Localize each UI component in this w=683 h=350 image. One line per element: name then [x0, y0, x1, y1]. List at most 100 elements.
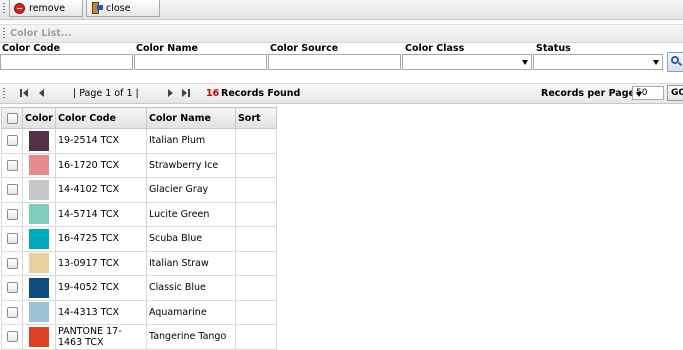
color-swatch [28, 277, 49, 298]
sort-cell [234, 177, 278, 203]
color-code-cell: 16-4725 TCX [54, 226, 147, 252]
prev-page-icon[interactable] [38, 89, 48, 98]
row-checkbox[interactable] [6, 282, 18, 294]
color-name-cell: Aquamarine [145, 299, 236, 325]
row-checkbox[interactable] [6, 159, 18, 171]
color-table: Color Color Code Color Name Sort 19-2514… [1, 107, 278, 350]
section-title: Color List... [10, 28, 72, 39]
color-name-cell: Glacier Gray [145, 177, 236, 203]
sort-cell [234, 201, 278, 227]
color-code-filter-input[interactable] [0, 54, 133, 70]
pager-bar: | Page 1 of 1 | 16 Records Found Records… [0, 83, 683, 104]
records-per-page-select[interactable]: 50 [632, 86, 664, 100]
records-per-page-label: Records per Page: [541, 88, 639, 99]
color-name-cell: Classic Blue [145, 275, 236, 301]
row-checkbox[interactable] [6, 135, 18, 147]
row-checkbox[interactable] [6, 233, 18, 245]
close-button[interactable]: close [86, 0, 160, 17]
color-class-filter-label: Color Class [405, 43, 465, 54]
color-name-cell: Italian Straw [145, 250, 236, 276]
color-name-cell: Strawberry Ice [145, 152, 236, 178]
color-swatch [28, 228, 49, 249]
row-select-cell [1, 250, 23, 276]
color-swatch-cell [22, 177, 56, 203]
table-row[interactable]: 19-4052 TCX Classic Blue [1, 275, 278, 301]
close-label: close [106, 2, 131, 14]
select-all-header [1, 107, 23, 129]
color-swatch-cell [22, 226, 56, 252]
sort-cell [234, 299, 278, 325]
toolbar-grip-icon [3, 3, 5, 15]
remove-label: remove [29, 2, 66, 14]
sort-column-header[interactable]: Sort [234, 107, 278, 129]
color-code-filter-label: Color Code [2, 43, 61, 54]
table-row[interactable]: PANTONE 17-1463 TCX Tangerine Tango [1, 324, 278, 350]
color-swatch [28, 204, 49, 225]
color-code-cell: 19-2514 TCX [54, 128, 147, 154]
row-checkbox[interactable] [6, 331, 18, 343]
color-source-filter-input[interactable] [268, 54, 401, 70]
color-code-cell: 14-5714 TCX [54, 201, 147, 227]
color-swatch [28, 155, 49, 176]
top-toolbar: remove close [0, 0, 683, 20]
color-name-filter-input[interactable] [134, 54, 267, 70]
select-all-checkbox[interactable] [6, 112, 18, 124]
table-row[interactable]: 14-5714 TCX Lucite Green [1, 201, 278, 227]
row-select-cell [1, 152, 23, 178]
color-name-cell: Scuba Blue [145, 226, 236, 252]
color-column-header[interactable]: Color [22, 107, 56, 129]
sort-cell [234, 152, 278, 178]
row-checkbox[interactable] [6, 184, 18, 196]
color-list-header: Color List... [0, 24, 683, 43]
first-page-icon[interactable] [20, 89, 30, 98]
color-swatch-cell [22, 299, 56, 325]
color-code-cell: 19-4052 TCX [54, 275, 147, 301]
table-header-row: Color Color Code Color Name Sort [1, 107, 278, 129]
color-swatch-cell [22, 201, 56, 227]
remove-button[interactable]: remove [9, 0, 83, 17]
row-checkbox[interactable] [6, 208, 18, 220]
table-row[interactable]: 16-4725 TCX Scuba Blue [1, 226, 278, 252]
last-page-icon[interactable] [182, 89, 192, 98]
table-row[interactable]: 14-4313 TCX Aquamarine [1, 299, 278, 325]
sort-cell [234, 250, 278, 276]
row-select-cell [1, 201, 23, 227]
chevron-down-icon [653, 60, 659, 65]
table-row[interactable]: 19-2514 TCX Italian Plum [1, 128, 278, 154]
code-column-header[interactable]: Color Code [54, 107, 147, 129]
row-checkbox[interactable] [6, 257, 18, 269]
row-select-cell [1, 324, 23, 350]
color-swatch [28, 130, 49, 151]
table-row[interactable]: 16-1720 TCX Strawberry Ice [1, 152, 278, 178]
chevron-down-icon [522, 60, 528, 65]
color-code-cell: 13-0917 TCX [54, 250, 147, 276]
color-name-cell: Lucite Green [145, 201, 236, 227]
table-row[interactable]: 14-4102 TCX Glacier Gray [1, 177, 278, 203]
next-page-icon[interactable] [167, 89, 177, 98]
records-found-label: Records Found [221, 88, 301, 99]
pager-grip-icon [3, 88, 5, 100]
color-swatch-cell [22, 152, 56, 178]
row-select-cell [1, 275, 23, 301]
color-name-cell: Tangerine Tango [145, 324, 236, 350]
color-swatch [28, 253, 49, 274]
row-select-cell [1, 128, 23, 154]
color-swatch-cell [22, 275, 56, 301]
table-row[interactable]: 13-0917 TCX Italian Straw [1, 250, 278, 276]
records-count: 16 [206, 88, 220, 99]
sort-cell [234, 226, 278, 252]
color-name-cell: Italian Plum [145, 128, 236, 154]
search-button[interactable] [667, 52, 683, 72]
color-class-filter-select[interactable] [402, 54, 532, 70]
color-swatch-cell [22, 128, 56, 154]
row-checkbox[interactable] [6, 306, 18, 318]
go-button[interactable]: GO [667, 85, 683, 101]
page-indicator: | Page 1 of 1 | [73, 88, 139, 99]
sort-cell [234, 128, 278, 154]
name-column-header[interactable]: Color Name [145, 107, 236, 129]
sort-cell [234, 275, 278, 301]
remove-icon [14, 2, 25, 14]
row-select-cell [1, 299, 23, 325]
color-code-cell: 14-4102 TCX [54, 177, 147, 203]
status-filter-select[interactable] [533, 54, 663, 70]
